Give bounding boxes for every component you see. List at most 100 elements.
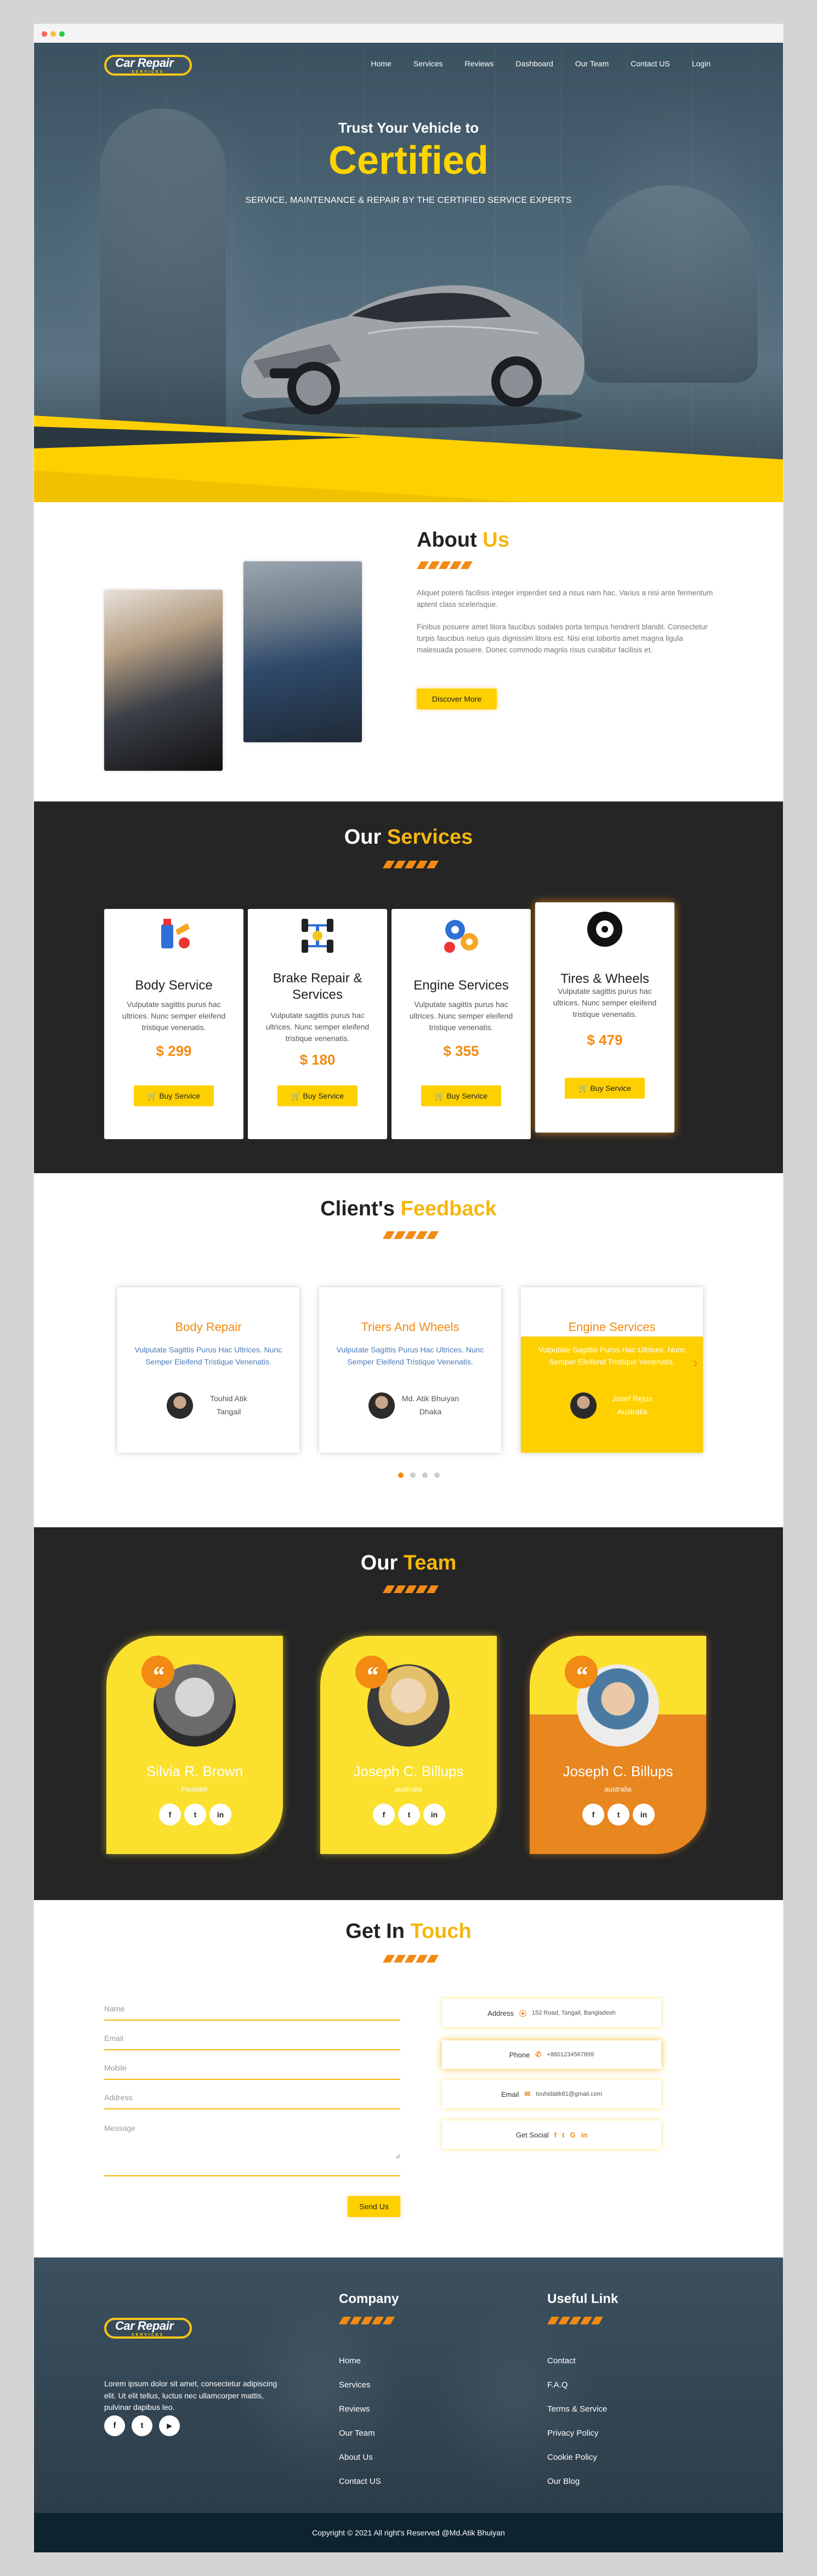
title-underline-stripes [382,1585,439,1593]
title-underline-stripes [338,2317,395,2324]
mobile-input[interactable] [104,2063,400,2072]
contact-info-social: Get Social f t G in [442,2120,661,2149]
logo-subtext: SERVICES [132,70,164,74]
twitter-icon[interactable]: t [562,2131,564,2139]
client-avatar [368,1392,395,1419]
nav-services[interactable]: Services [413,59,443,68]
contact-title: Get In Touch [345,1920,472,1943]
footer-link-terms[interactable]: Terms & Service [547,2404,607,2414]
footer-link-blog[interactable]: Our Blog [547,2477,580,2486]
cart-icon: 🛒 [291,1091,303,1100]
minimize-window-icon[interactable] [50,31,56,37]
carousel-dot[interactable] [410,1472,416,1478]
linkedin-icon[interactable]: in [581,2131,588,2139]
service-title: Brake Repair & Services [273,971,362,1002]
feedback-title: Body Repair [175,1320,242,1334]
google-icon[interactable]: G [570,2131,575,2139]
footer-link-our-team[interactable]: Our Team [339,2429,375,2438]
quote-icon: “ [141,1656,174,1689]
address-input[interactable] [104,2093,400,2102]
footer: Car Repair SERVICES Lorem ipsum dolor si… [34,2257,783,2552]
twitter-icon[interactable]: t [184,1804,206,1826]
footer-link-reviews[interactable]: Reviews [339,2404,370,2414]
feedback-text: Vulputate Sagittis Purus Hac Ultrices. N… [336,1345,484,1366]
service-title: Engine Services [413,978,509,993]
phone-icon: ✆ [535,2050,542,2058]
client-info: Josef Rejus Australia [612,1394,653,1416]
message-textarea[interactable] [104,2124,400,2159]
footer-link-faq[interactable]: F.A.Q [547,2380,568,2390]
team-member-card: “ Silvia R. Brown Founder f t in [106,1636,283,1854]
nav-login[interactable]: Login [692,59,711,68]
feedback-card: Triers And Wheels Vulputate Sagittis Pur… [319,1287,501,1453]
services-title: Our Services [344,826,473,849]
footer-link-about[interactable]: About Us [339,2453,373,2462]
footer-blurb: Lorem ipsum dolor sit amet, consectetur … [104,2379,277,2412]
email-field[interactable] [104,2034,400,2050]
service-price: $ 299 [156,1043,192,1059]
discover-more-button[interactable]: Discover More [417,689,497,709]
address-field[interactable] [104,2093,400,2109]
cart-icon: 🛒 [434,1091,447,1100]
nav-our-team[interactable]: Our Team [575,59,609,68]
facebook-icon[interactable]: f [104,2415,125,2436]
feedback-card-active: Engine Services Vulputate Sagittis Purus… [521,1287,703,1453]
mobile-field[interactable] [104,2063,400,2080]
team-member-role: australia [395,1785,422,1793]
footer-link-home[interactable]: Home [339,2356,361,2365]
facebook-icon[interactable]: f [373,1804,395,1826]
buy-service-button[interactable]: 🛒 Buy Service [421,1085,501,1106]
about-mechanic-image-1 [104,590,223,771]
carousel-dot[interactable] [434,1472,440,1478]
linkedin-icon[interactable]: in [633,1804,655,1826]
email-input[interactable] [104,2034,400,2043]
linkedin-icon[interactable]: in [209,1804,231,1826]
nav-contact[interactable]: Contact US [631,59,670,68]
carousel-dot-active[interactable] [398,1472,404,1478]
service-card-body[interactable]: Body Service Vulputate sagittis purus ha… [104,909,243,1139]
service-card-engine[interactable]: Engine Services Vulputate sagittis purus… [392,909,531,1139]
service-card-tires[interactable]: Tires & Wheels Vulputate sagittis purus … [535,902,674,1133]
twitter-icon[interactable]: t [398,1804,420,1826]
footer-link-contact[interactable]: Contact US [339,2477,381,2486]
facebook-icon[interactable]: f [159,1804,181,1826]
youtube-icon[interactable]: ▶ [159,2415,180,2436]
message-field[interactable] [104,2124,400,2176]
nav-reviews[interactable]: Reviews [465,59,494,68]
logo[interactable]: Car Repair SERVICES [104,52,192,79]
logo-text: Car Repair [115,2319,174,2333]
buy-service-button[interactable]: 🛒 Buy Service [134,1085,214,1106]
chassis-icon [302,919,333,953]
close-window-icon[interactable] [42,31,47,37]
maximize-window-icon[interactable] [59,31,65,37]
footer-logo[interactable]: Car Repair SERVICES [104,2315,192,2342]
facebook-icon[interactable]: f [582,1804,604,1826]
nav-dashboard[interactable]: Dashboard [515,59,553,68]
sports-car-image [241,285,585,428]
about-paragraph-1: Aliquet potenti facilisis integer imperd… [417,589,713,609]
footer-link-services[interactable]: Services [339,2380,371,2390]
carousel-next-arrow[interactable]: › [693,1354,698,1371]
twitter-icon[interactable]: t [132,2415,152,2436]
footer-link-privacy[interactable]: Privacy Policy [547,2429,598,2438]
browser-titlebar [34,24,783,43]
carousel-dot[interactable] [422,1472,428,1478]
linkedin-icon[interactable]: in [423,1804,445,1826]
nav-home[interactable]: Home [371,59,391,68]
contact-info-email: Email ✉ touhidatik81@gmail.com [442,2080,661,2108]
team-member-card: “ Joseph C. Billups australia f t in [320,1636,497,1854]
feedback-title: Engine Services [568,1320,656,1334]
buy-service-button[interactable]: 🛒 Buy Service [277,1085,358,1106]
name-field[interactable] [104,2004,400,2021]
footer-link-contact-us[interactable]: Contact [547,2356,576,2365]
service-card-brake[interactable]: Brake Repair & Services Vulputate sagitt… [248,909,387,1139]
facebook-icon[interactable]: f [554,2131,557,2139]
send-us-button[interactable]: Send Us [348,2196,400,2217]
buy-service-button[interactable]: 🛒 Buy Service [565,1078,645,1099]
footer-link-cookie[interactable]: Cookie Policy [547,2453,597,2462]
twitter-icon[interactable]: t [608,1804,629,1826]
name-input[interactable] [104,2004,400,2013]
service-price: $ 355 [443,1043,479,1059]
about-title: About Us [417,528,509,551]
cart-icon: 🛒 [578,1084,591,1093]
